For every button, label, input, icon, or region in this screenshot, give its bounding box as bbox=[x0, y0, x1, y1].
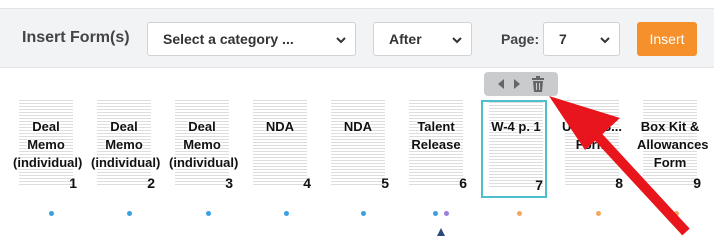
red-arrow-annotation bbox=[549, 96, 690, 236]
